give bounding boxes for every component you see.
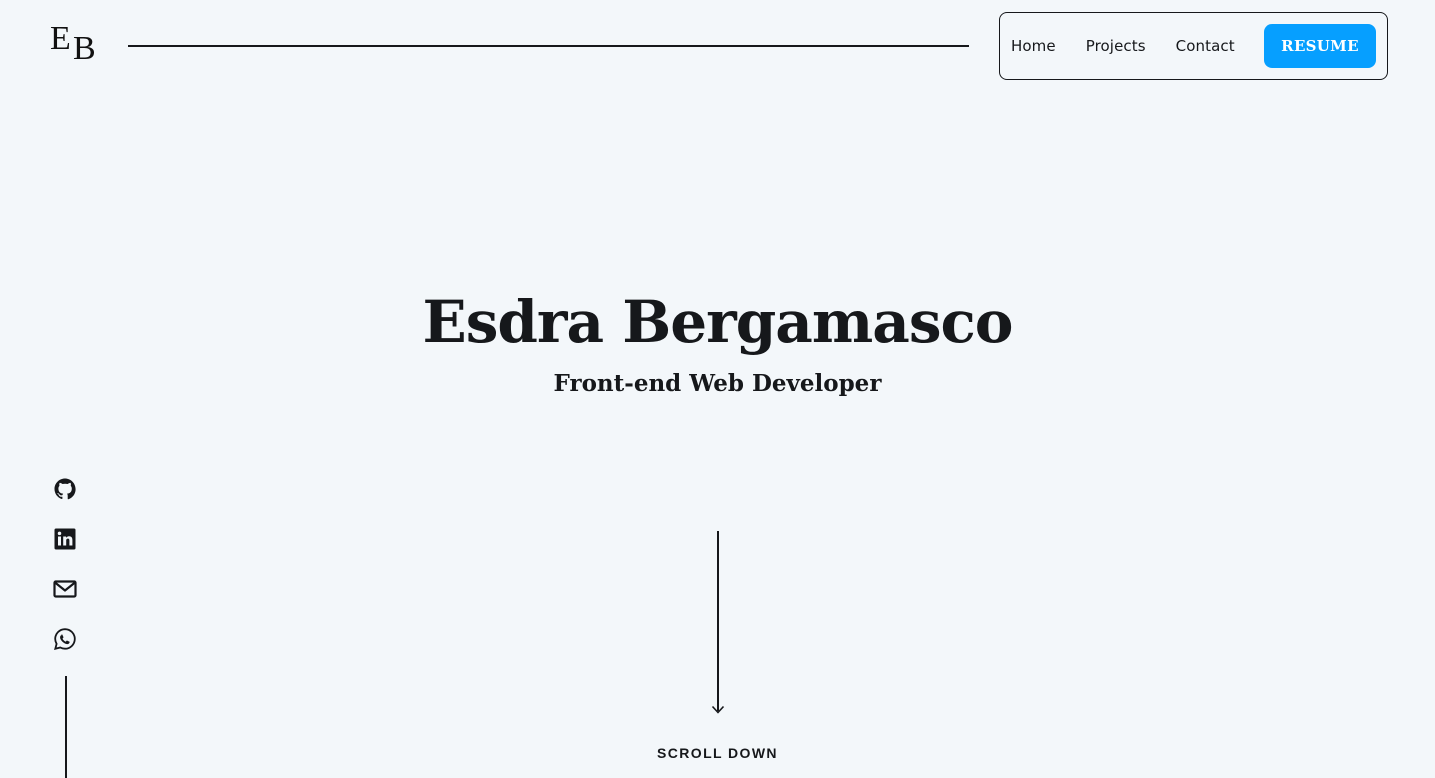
logo-letter-b: B <box>73 30 96 67</box>
main-nav: Home Projects Contact RESUME <box>999 12 1388 80</box>
nav-link-home[interactable]: Home <box>1011 37 1056 55</box>
mail-icon[interactable] <box>53 577 77 601</box>
hero-role: Front-end Web Developer <box>553 370 882 397</box>
scroll-down-label[interactable]: SCROLL DOWN <box>0 745 1435 761</box>
whatsapp-icon[interactable] <box>53 627 77 651</box>
scroll-line <box>717 531 719 711</box>
logo-letter-e: E <box>50 20 71 57</box>
nav-link-contact[interactable]: Contact <box>1176 37 1235 55</box>
nav-link-projects[interactable]: Projects <box>1086 37 1146 55</box>
social-links <box>53 477 77 677</box>
linkedin-icon[interactable] <box>53 527 77 551</box>
resume-button[interactable]: RESUME <box>1264 24 1376 68</box>
hero-name: Esdra Bergamasco <box>422 288 1014 356</box>
github-icon[interactable] <box>53 477 77 501</box>
arrow-down-icon <box>711 705 725 714</box>
logo[interactable]: E B <box>50 22 100 66</box>
header-divider <box>128 45 969 47</box>
social-divider <box>65 676 67 778</box>
